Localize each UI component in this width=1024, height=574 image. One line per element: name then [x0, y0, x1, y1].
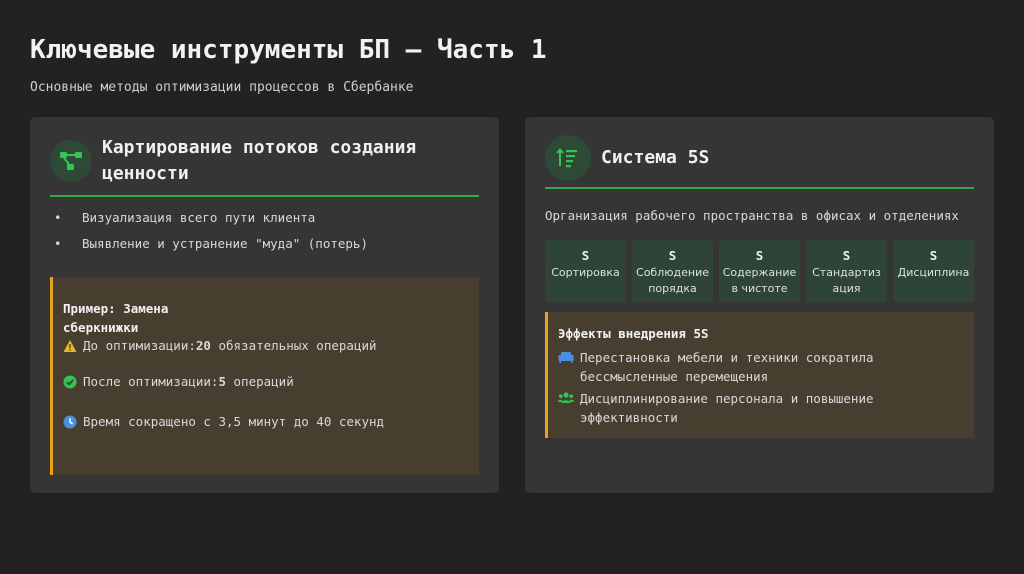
effects-row: Дисциплинирование персонала и повышение … [558, 389, 964, 427]
five-s-grid: S Сортировка S Соблюдение порядка S Соде… [545, 240, 974, 302]
effects-row: Перестановка мебели и техники сократила … [558, 348, 964, 386]
five-s-item-order: S Соблюдение порядка [632, 240, 713, 302]
vsm-card-header: Картирование потоков создания ценности [50, 135, 479, 197]
five-s-letter: S [842, 248, 851, 263]
five-s-letter: S [668, 248, 677, 263]
list-item: • Выявление и устранение "муда" (потерь) [54, 231, 479, 257]
bullet-marker: • [54, 236, 62, 251]
bullet-marker: • [54, 210, 62, 225]
example-before-value: 20 [195, 338, 211, 353]
five-s-item-discipline: S Дисциплина [893, 240, 974, 302]
page-subtitle: Основные методы оптимизации процессов в … [30, 80, 414, 95]
example-row-before: До оптимизации: 20 обязательных операций [63, 337, 467, 355]
clock-icon [63, 415, 77, 429]
sofa-icon [558, 350, 574, 364]
five-s-item-standard: S Стандартизация [806, 240, 887, 302]
example-box: Пример: Замена сберкнижки До оптимизации… [50, 277, 479, 475]
slide: Ключевые инструменты БП – Часть 1 Основн… [0, 0, 1024, 574]
vsm-card: Картирование потоков создания ценности •… [30, 117, 499, 493]
example-before-label: До оптимизации: [83, 338, 196, 353]
example-row-time: Время сокращено с 3,5 минут до 40 секунд [63, 413, 467, 431]
five-s-label: Стандартизация [812, 266, 881, 295]
example-after-value: 5 [218, 374, 226, 389]
five-s-card-title: Система 5S [601, 147, 710, 168]
example-before-suffix: обязательных операций [210, 338, 377, 353]
five-s-letter: S [929, 248, 938, 263]
effects-text: Дисциплинирование персонала и повышение … [580, 391, 874, 425]
five-s-card: Система 5S Организация рабочего простран… [525, 117, 994, 493]
bullet-text: Выявление и устранение "муда" (потерь) [82, 236, 368, 251]
page-title: Ключевые инструменты БП – Часть 1 [30, 35, 547, 65]
example-row-after: После оптимизации: 5 операций [63, 373, 467, 391]
effects-text: Перестановка мебели и техники сократила … [580, 350, 874, 384]
sort-list-icon [545, 135, 591, 181]
effects-box: Эффекты внедрения 5S Перестановка мебели… [545, 312, 974, 438]
five-s-letter: S [755, 248, 764, 263]
example-after-suffix: операций [226, 374, 294, 389]
five-s-letter: S [581, 248, 590, 263]
five-s-card-header: Система 5S [545, 135, 974, 189]
vsm-card-title: Картирование потоков создания ценности [102, 137, 417, 184]
bullet-text: Визуализация всего пути клиента [82, 210, 316, 225]
warning-icon [63, 339, 77, 353]
example-title: Пример: Замена сберкнижки [63, 301, 169, 335]
list-item: • Визуализация всего пути клиента [54, 205, 479, 231]
users-icon [558, 391, 574, 405]
five-s-item-sort: S Сортировка [545, 240, 626, 302]
example-time-text: Время сокращено с 3,5 минут до 40 секунд [83, 414, 385, 429]
five-s-description: Организация рабочего пространства в офис… [545, 208, 959, 223]
example-after-label: После оптимизации: [83, 374, 219, 389]
five-s-label: Содержание в чистоте [722, 266, 797, 295]
cards-container: Картирование потоков создания ценности •… [30, 117, 994, 493]
flow-diagram-icon [50, 140, 92, 182]
check-circle-icon [63, 375, 77, 389]
vsm-bullet-list: • Визуализация всего пути клиента • Выяв… [50, 205, 479, 257]
five-s-label: Дисциплина [897, 266, 970, 279]
five-s-label: Соблюдение порядка [636, 266, 709, 295]
five-s-label: Сортировка [551, 266, 620, 279]
five-s-item-clean: S Содержание в чистоте [719, 240, 800, 302]
effects-title: Эффекты внедрения 5S [558, 326, 709, 341]
